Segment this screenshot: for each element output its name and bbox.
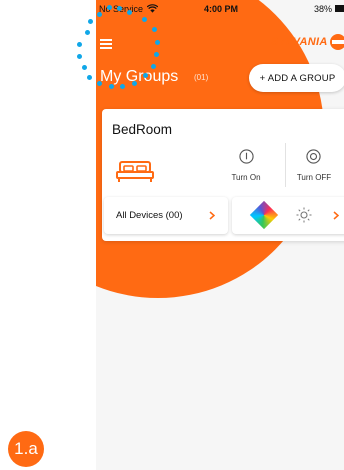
group-name: BedRoom — [112, 122, 173, 137]
hamburger-menu-icon[interactable] — [100, 39, 112, 49]
battery-percentage: 38% — [314, 4, 333, 14]
phone-screen: No Service 4:00 PM 38% SYLVANIA My Group… — [96, 0, 344, 470]
color-picker-icon[interactable] — [249, 200, 279, 230]
turn-on-button[interactable]: Turn On — [222, 149, 270, 189]
battery-icon — [335, 5, 344, 12]
step-badge: 1.a — [8, 431, 44, 467]
turn-on-label: Turn On — [231, 173, 261, 182]
group-count: (01) — [194, 73, 209, 82]
chevron-right-icon — [209, 211, 215, 220]
bed-icon — [116, 161, 154, 182]
brightness-icon[interactable] — [296, 207, 312, 223]
power-on-icon — [239, 149, 254, 164]
all-devices-label: All Devices (00) — [116, 210, 183, 221]
divider — [285, 143, 286, 187]
light-controls-strip — [232, 197, 344, 234]
clock-time: 4:00 PM — [204, 4, 239, 14]
tutorial-stage: No Service 4:00 PM 38% SYLVANIA My Group… — [0, 0, 344, 470]
all-devices-button[interactable]: All Devices (00) — [104, 197, 228, 234]
brand-logo: SYLVANIA — [271, 36, 328, 48]
turn-off-label: Turn OFF — [296, 173, 332, 182]
brand-mark-icon — [330, 34, 344, 50]
turn-off-button[interactable]: Turn OFF — [289, 149, 339, 189]
chevron-right-icon[interactable] — [333, 211, 339, 220]
status-bar: No Service 4:00 PM 38% — [96, 0, 344, 18]
power-off-icon — [306, 149, 321, 164]
wifi-icon — [147, 4, 158, 13]
add-group-button[interactable]: + ADD A GROUP — [249, 64, 344, 92]
group-card[interactable]: BedRoom Turn On Turn OFF All Devices (00… — [102, 109, 344, 241]
